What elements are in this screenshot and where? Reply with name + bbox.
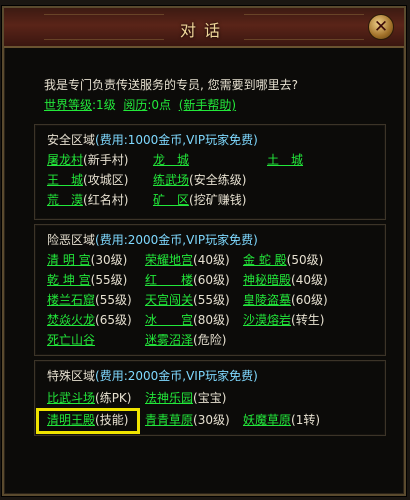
destination-link[interactable]: 楼兰石窟 [47, 293, 95, 307]
destination-note: (1转) [291, 413, 321, 427]
world-level-value: :1级 [92, 98, 116, 112]
destination-item[interactable]: 乾 坤 宫(55级) [47, 271, 127, 288]
section-danger-zone: 险恶区域(费用:2000金币,VIP玩家免费) 清 明 宫(30级) 荣耀地宫(… [34, 224, 386, 356]
destination-item[interactable]: 红 楼(60级) [145, 271, 230, 288]
section-cost: (费用:1000金币,VIP玩家免费) [95, 133, 258, 147]
destination-link[interactable]: 法神乐园 [145, 391, 193, 405]
destination-note: (60级) [291, 293, 328, 307]
destination-link[interactable]: 王 城 [47, 173, 83, 187]
destination-note: (60级) [193, 273, 230, 287]
destination-item[interactable]: 屠龙村(新手村) [47, 151, 128, 168]
destination-item[interactable]: 王 城(攻城区) [47, 171, 128, 188]
destination-note: (40级) [291, 273, 328, 287]
destination-item[interactable]: 练武场(安全练级) [153, 171, 246, 188]
destination-note: (40级) [193, 253, 230, 267]
destination-link[interactable]: 皇陵盗墓 [243, 293, 291, 307]
destination-link[interactable]: 金 蛇 殿 [243, 253, 287, 267]
experience-value: :0点 [147, 98, 172, 112]
section-title: 特殊区域(费用:2000金币,VIP玩家免费) [47, 367, 258, 384]
destination-link[interactable]: 荒 漠 [47, 193, 83, 207]
destination-item[interactable]: 荣耀地宫(40级) [145, 251, 230, 268]
destination-item[interactable]: 法神乐园(宝宝) [145, 389, 226, 406]
help-link[interactable]: (新手帮助) [179, 98, 236, 112]
destination-item[interactable]: 神秘暗殿(40级) [243, 271, 328, 288]
destination-link[interactable]: 龙 城 [153, 153, 189, 167]
destination-link[interactable]: 青青草原 [145, 413, 193, 427]
section-cost: (费用:2000金币,VIP玩家免费) [95, 233, 258, 247]
destination-link[interactable]: 迷雾沼泽 [145, 333, 193, 347]
section-title: 安全区域(费用:1000金币,VIP玩家免费) [47, 131, 258, 148]
destination-note: (练PK) [95, 391, 132, 405]
destination-item[interactable]: 荒 漠(红名村) [47, 191, 128, 208]
destination-link[interactable]: 沙漠熔岩 [243, 313, 291, 327]
destination-item[interactable]: 死亡山谷 [47, 331, 95, 348]
destination-link[interactable]: 红 楼 [145, 273, 193, 287]
destination-item[interactable]: 妖魔草原(1转) [243, 411, 320, 428]
destination-note: (30级) [193, 413, 230, 427]
destination-item[interactable]: 冰 宫(80级) [145, 311, 230, 328]
destination-note: (宝宝) [193, 391, 227, 405]
destination-link[interactable]: 矿 区 [153, 193, 189, 207]
section-safe-zone: 安全区域(费用:1000金币,VIP玩家免费) 屠龙村(新手村) 龙 城 土 城… [34, 124, 386, 220]
destination-note: (挖矿赚钱) [189, 193, 247, 207]
section-name: 安全区域 [47, 133, 96, 147]
destination-link[interactable]: 妖魔草原 [243, 413, 291, 427]
destination-item[interactable]: 龙 城 [153, 151, 189, 168]
destination-link[interactable]: 乾 坤 宫 [47, 273, 91, 287]
selection-highlight [36, 408, 140, 434]
destination-item[interactable]: 土 城 [267, 151, 303, 168]
destination-note: (安全练级) [189, 173, 247, 187]
destination-link[interactable]: 清 明 宫 [47, 253, 91, 267]
destination-link[interactable]: 练武场 [153, 173, 189, 187]
destination-note: (30级) [90, 253, 128, 267]
destination-note: (55级) [95, 293, 132, 307]
section-name: 险恶区域 [47, 233, 96, 247]
destination-link[interactable]: 神秘暗殿 [243, 273, 291, 287]
destination-link[interactable]: 比武斗场 [47, 391, 95, 405]
destination-note: (80级) [193, 313, 230, 327]
destination-note: (55级) [90, 273, 128, 287]
destination-link[interactable]: 冰 宫 [145, 313, 193, 327]
destination-note: (新手村) [83, 153, 129, 167]
destination-link[interactable]: 土 城 [267, 153, 303, 167]
destination-note: (危险) [193, 333, 227, 347]
destination-item[interactable]: 金 蛇 殿(50级) [243, 251, 323, 268]
dialog-title: 对话 [179, 21, 228, 40]
destination-item[interactable]: 天宫闯关(55级) [145, 291, 230, 308]
destination-item[interactable]: 沙漠熔岩(转生) [243, 311, 324, 328]
intro-text: 我是专门负责传送服务的专员, 您需要到哪里去? [44, 78, 298, 92]
destination-link[interactable]: 死亡山谷 [47, 333, 95, 347]
destination-item[interactable]: 焚焱火龙(65级) [47, 311, 132, 328]
destination-note: (65级) [95, 313, 132, 327]
dialog-titlebar: 对话 ✕ [4, 8, 404, 48]
teleport-dialog: 对话 ✕ 我是专门负责传送服务的专员, 您需要到哪里去? 世界等级:1级 阅历:… [2, 6, 406, 496]
section-cost: (费用:2000金币,VIP玩家免费) [95, 369, 258, 383]
destination-item[interactable]: 比武斗场(练PK) [47, 389, 132, 406]
close-button[interactable]: ✕ [368, 14, 394, 40]
experience-link[interactable]: 阅历 [123, 98, 147, 112]
destination-note: (50级) [286, 253, 324, 267]
destination-item[interactable]: 矿 区(挖矿赚钱) [153, 191, 246, 208]
destination-item[interactable]: 青青草原(30级) [145, 411, 230, 428]
world-level-link[interactable]: 世界等级 [44, 98, 92, 112]
destination-item[interactable]: 皇陵盗墓(60级) [243, 291, 328, 308]
destination-note: (转生) [291, 313, 325, 327]
destination-note: (攻城区) [83, 173, 129, 187]
destination-link[interactable]: 焚焱火龙 [47, 313, 95, 327]
destination-link[interactable]: 屠龙村 [47, 153, 83, 167]
close-icon: ✕ [373, 17, 389, 37]
destination-link[interactable]: 天宫闯关 [145, 293, 193, 307]
destination-item[interactable]: 迷雾沼泽(危险) [145, 331, 226, 348]
destination-item[interactable]: 清 明 宫(30级) [47, 251, 127, 268]
section-name: 特殊区域 [47, 369, 96, 383]
destination-item[interactable]: 楼兰石窟(55级) [47, 291, 132, 308]
destination-note: (红名村) [83, 193, 129, 207]
destination-link[interactable]: 荣耀地宫 [145, 253, 193, 267]
section-title: 险恶区域(费用:2000金币,VIP玩家免费) [47, 231, 258, 248]
stats-line: 世界等级:1级 阅历:0点 (新手帮助) [44, 96, 236, 113]
destination-note: (55级) [193, 293, 230, 307]
